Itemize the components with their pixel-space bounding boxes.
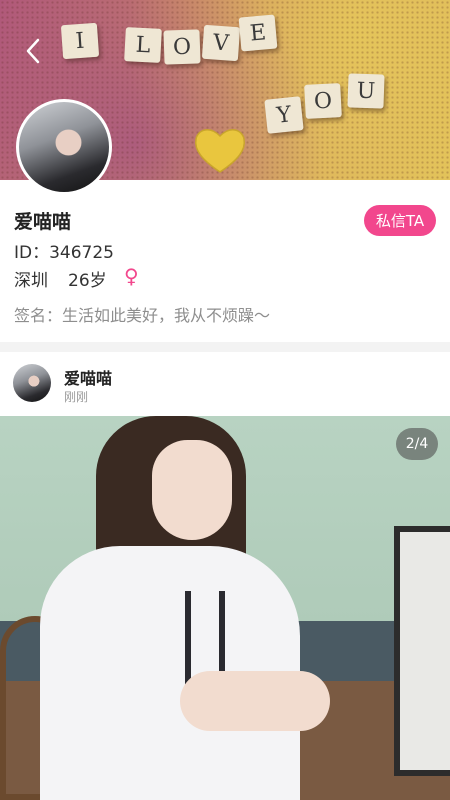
photo-face (152, 440, 232, 540)
banner-tile: O (304, 83, 342, 119)
user-city: 深圳 (14, 271, 48, 291)
banner-tile: U (347, 73, 385, 109)
user-signature: 签名：生活如此美好，我从不烦躁～ (14, 302, 270, 326)
banner-tile: O (163, 29, 201, 65)
photo-frame-prop (394, 526, 450, 776)
post-author-avatar[interactable] (13, 364, 51, 402)
private-message-button[interactable]: 私信TA (364, 205, 436, 236)
post-author-name: 爱喵喵 (64, 369, 113, 388)
user-age: 26岁 (68, 271, 107, 291)
profile-info: 爱喵喵 私信TA ID：346725 深圳 26岁 ♀ 签名：生活如此美好，我从… (0, 180, 450, 342)
banner-tile: V (201, 24, 241, 62)
profile-avatar[interactable] (16, 99, 112, 195)
profile-name: 爱喵喵 (14, 211, 72, 233)
post-photo[interactable]: 2/4 (0, 416, 450, 800)
signature-text: 生活如此美好，我从不烦躁～ (62, 306, 271, 325)
banner-tile: I (60, 22, 100, 60)
back-arrow-icon (26, 38, 40, 64)
post-time: 刚刚 (64, 390, 89, 404)
back-button[interactable] (18, 34, 48, 68)
section-divider (0, 342, 450, 352)
banner-tile: L (124, 27, 162, 63)
heart-decoration (194, 129, 246, 173)
banner-tile: Y (264, 96, 304, 134)
banner-tile: E (238, 14, 278, 52)
photo-arm (180, 671, 330, 731)
post-header: 爱喵喵 刚刚 (0, 352, 450, 416)
female-icon: ♀ (124, 264, 139, 288)
image-counter-badge: 2/4 (396, 428, 438, 460)
user-id: ID：346725 (14, 243, 114, 263)
signature-label: 签名： (14, 306, 63, 325)
